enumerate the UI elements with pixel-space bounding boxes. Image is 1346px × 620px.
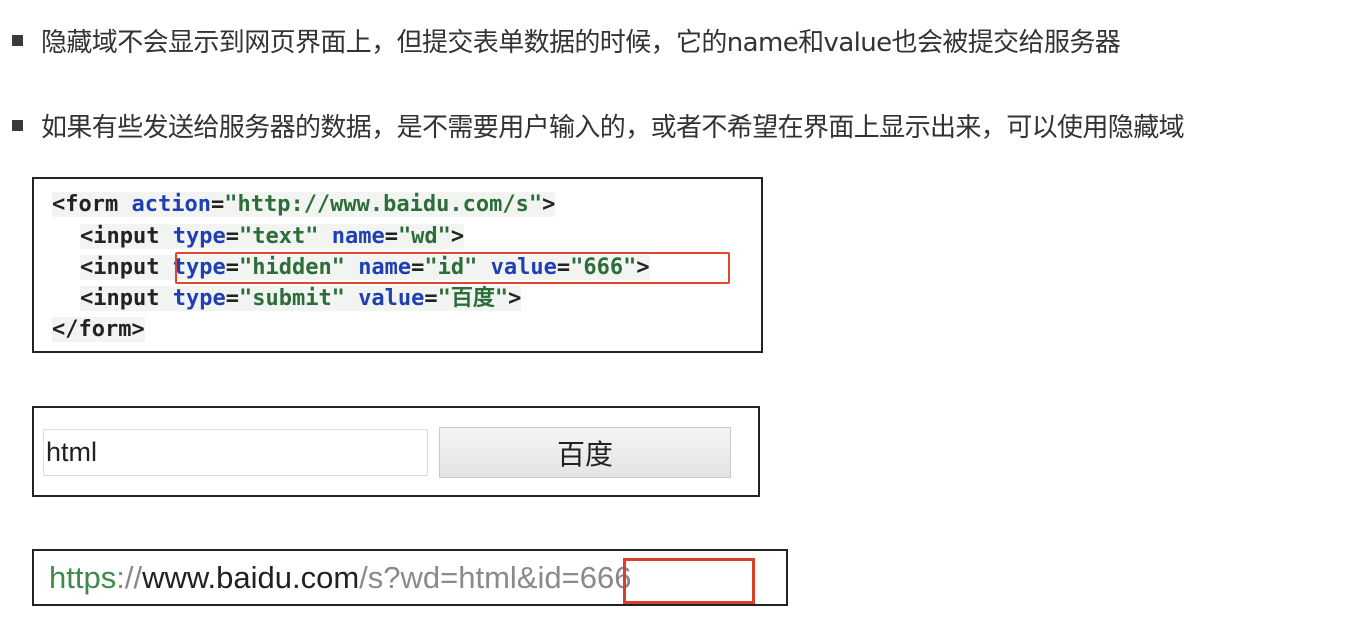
code-value: "submit" — [238, 286, 345, 311]
bullet-item-1: 隐藏域不会显示到网页界面上，但提交表单数据的时候，它的name和value也会被… — [12, 22, 1121, 59]
code-attr: value — [358, 286, 425, 311]
url-host: www.baidu.com — [142, 560, 360, 595]
code-line-text-input: <input type="text" name="wd"> — [80, 224, 465, 249]
code-tag: <form — [52, 192, 119, 217]
code-value: "text" — [238, 224, 319, 249]
code-tag: <input — [80, 255, 160, 280]
code-tag: <input — [80, 286, 160, 311]
id-param-highlight-box — [623, 558, 755, 604]
url-separator: :// — [116, 560, 143, 595]
code-value: "百度" — [437, 286, 509, 311]
search-input[interactable]: html — [43, 429, 428, 476]
code-line-submit-input: <input type="submit" value="百度"> — [80, 286, 522, 311]
square-bullet-icon — [12, 120, 23, 131]
code-close: > — [542, 192, 556, 217]
result-url-box: https://www.baidu.com/s?wd=html&id=666 — [32, 549, 788, 606]
code-eq: = — [210, 192, 225, 217]
url-path-query: /s?wd=html&id=666 — [359, 560, 632, 595]
code-tag: </form> — [52, 317, 145, 342]
url-scheme: https — [49, 560, 117, 595]
code-close: > — [508, 286, 522, 311]
submit-button[interactable]: 百度 — [439, 427, 731, 478]
code-attr: type — [172, 286, 226, 311]
code-example-box: <form action="http://www.baidu.com/s"> <… — [32, 177, 763, 353]
code-attr: type — [172, 224, 226, 249]
result-url: https://www.baidu.com/s?wd=html&id=666 — [49, 560, 632, 595]
code-line-form-close: </form> — [52, 317, 145, 342]
code-line-form-open: <form action="http://www.baidu.com/s"> — [52, 192, 556, 217]
code-attr: action — [131, 192, 211, 217]
bullet-text-2: 如果有些发送给服务器的数据，是不需要用户输入的，或者不希望在界面上显示出来，可以… — [41, 113, 1185, 143]
code-value: "http://www.baidu.com/s" — [224, 192, 543, 217]
form-preview-box: html 百度 — [32, 406, 760, 497]
code-close: > — [450, 224, 465, 249]
bullet-text-1: 隐藏域不会显示到网页界面上，但提交表单数据的时候，它的name和value也会被… — [41, 28, 1121, 58]
code-attr: name — [331, 224, 385, 249]
code-tag: <input — [80, 224, 160, 249]
hidden-input-highlight-box — [175, 252, 730, 284]
square-bullet-icon — [12, 35, 23, 46]
bullet-item-2: 如果有些发送给服务器的数据，是不需要用户输入的，或者不希望在界面上显示出来，可以… — [12, 107, 1185, 144]
code-value: "wd" — [397, 224, 451, 249]
